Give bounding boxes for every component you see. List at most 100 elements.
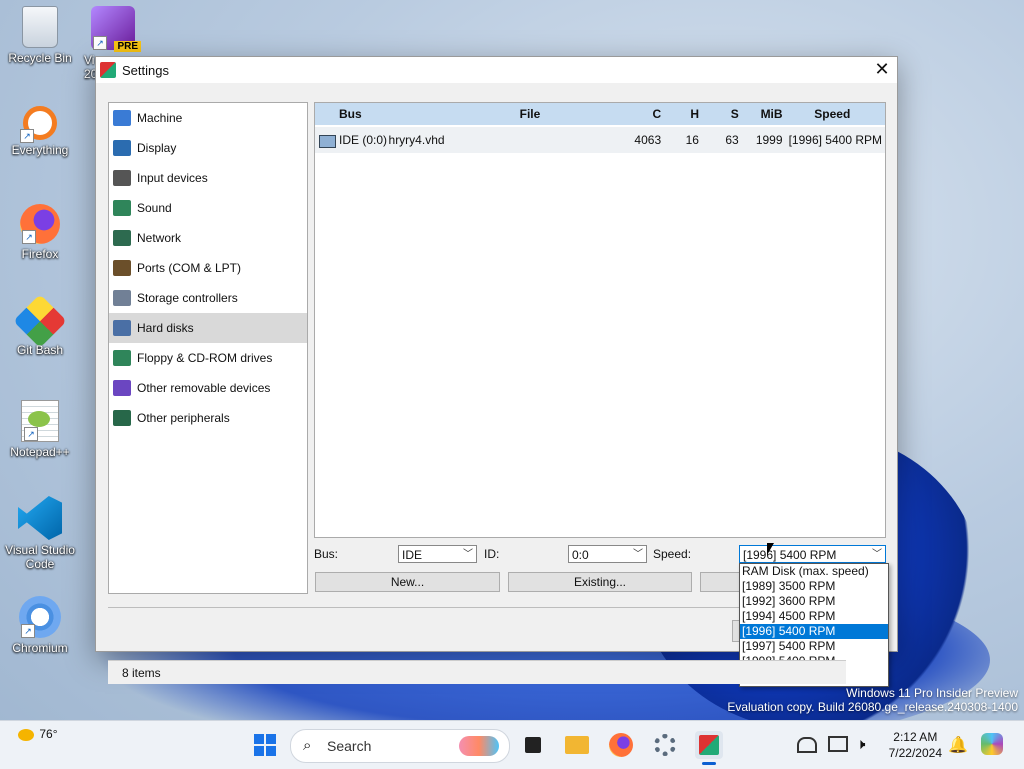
existing-button[interactable]: Existing... bbox=[508, 572, 692, 592]
ports-icon bbox=[113, 260, 131, 276]
mouse-cursor-icon bbox=[767, 543, 774, 555]
speed-select[interactable]: [1996] 5400 RPM ﹀ bbox=[739, 545, 886, 563]
list-header: Bus File C H S MiB Speed bbox=[315, 103, 885, 125]
col-header-s[interactable]: S bbox=[699, 107, 739, 121]
notification-bell-icon[interactable]: 🔔 bbox=[948, 735, 968, 755]
speed-option[interactable]: [1994] 4500 RPM bbox=[740, 609, 888, 624]
firefox-icon bbox=[609, 733, 633, 757]
evaluation-watermark: Windows 11 Pro Insider Preview Evaluatio… bbox=[727, 686, 1018, 714]
desktop-icon-git-bash[interactable]: Git Bash bbox=[0, 294, 80, 357]
weather-widget[interactable]: 76° bbox=[18, 727, 58, 741]
sidebar-item-input-devices[interactable]: Input devices bbox=[109, 163, 307, 193]
desktop-icon-firefox[interactable]: ↗ Firefox bbox=[0, 204, 80, 261]
sidebar-item-display[interactable]: Display bbox=[109, 133, 307, 163]
shortcut-arrow-icon: ↗ bbox=[22, 230, 36, 244]
display-tray-icon[interactable] bbox=[828, 736, 848, 752]
active-indicator bbox=[702, 762, 716, 765]
sidebar-item-hard-disks[interactable]: Hard disks bbox=[109, 313, 307, 343]
id-label: ID: bbox=[484, 547, 500, 561]
chevron-down-icon: ﹀ bbox=[872, 549, 882, 560]
search-highlight-icon bbox=[459, 736, 499, 756]
sidebar-item-storage-controllers[interactable]: Storage controllers bbox=[109, 283, 307, 313]
col-header-bus[interactable]: Bus bbox=[315, 107, 432, 121]
hard-disks-icon bbox=[113, 320, 131, 336]
chevron-down-icon: ﹀ bbox=[463, 549, 473, 560]
cell-bus: IDE (0:0) bbox=[339, 133, 388, 147]
item-count: 8 items bbox=[122, 666, 161, 680]
settings-taskbar-button[interactable] bbox=[651, 731, 679, 759]
chromium-icon: ↗ bbox=[19, 596, 61, 638]
speed-option[interactable]: RAM Disk (max. speed) bbox=[740, 564, 888, 579]
gear-icon bbox=[654, 734, 676, 756]
desktop-icon-everything[interactable]: ↗ Everything bbox=[0, 106, 80, 157]
shortcut-arrow-icon: ↗ bbox=[20, 129, 34, 143]
desktop-icon-notepad-plus-plus[interactable]: ↗ Notepad++ bbox=[0, 400, 80, 459]
windows-logo-icon bbox=[254, 734, 276, 756]
speaker-icon[interactable]: 🕨 bbox=[856, 736, 865, 753]
shortcut-arrow-icon: ↗ bbox=[93, 36, 107, 50]
bus-select[interactable]: IDE ﹀ bbox=[398, 545, 477, 563]
explorer-status-bar: 8 items bbox=[108, 660, 846, 684]
cell-mib: 1999 bbox=[755, 133, 783, 147]
table-row[interactable]: IDE (0:0) hryry4.vhd 4063 16 63 1999 [19… bbox=[315, 127, 885, 153]
storage-controllers-icon bbox=[113, 290, 131, 306]
hard-disk-icon bbox=[319, 135, 336, 148]
desktop-icon-chromium[interactable]: ↗ Chromium bbox=[0, 596, 80, 655]
speed-option[interactable]: [1997] 5400 RPM bbox=[740, 639, 888, 654]
vscode-icon bbox=[18, 496, 62, 540]
visual-studio-icon: PRE ↗ bbox=[91, 6, 141, 52]
col-header-file[interactable]: File bbox=[432, 107, 627, 121]
window-title: Settings bbox=[122, 62, 169, 78]
col-header-h[interactable]: H bbox=[661, 107, 699, 121]
task-view-icon bbox=[525, 737, 541, 753]
speed-option[interactable]: [1989] 3500 RPM bbox=[740, 579, 888, 594]
col-header-c[interactable]: C bbox=[627, 107, 662, 121]
taskbar-search[interactable]: ⌕ Search bbox=[290, 729, 510, 763]
86box-app-icon bbox=[699, 735, 719, 755]
firefox-taskbar-button[interactable] bbox=[607, 731, 635, 759]
close-button[interactable]: ✕ bbox=[867, 57, 897, 83]
sidebar-item-other-removable[interactable]: Other removable devices bbox=[109, 373, 307, 403]
speed-option[interactable]: [1992] 3600 RPM bbox=[740, 594, 888, 609]
input-devices-icon bbox=[113, 170, 131, 186]
speed-label: Speed: bbox=[653, 547, 692, 561]
network-icon bbox=[113, 230, 131, 246]
network-icon[interactable] bbox=[797, 737, 817, 753]
peripherals-icon bbox=[113, 410, 131, 426]
cell-h: 16 bbox=[685, 133, 699, 147]
clock[interactable]: 2:12 AM 7/22/2024 bbox=[889, 729, 942, 761]
id-select[interactable]: 0:0 ﹀ bbox=[568, 545, 647, 563]
shortcut-arrow-icon: ↗ bbox=[24, 427, 38, 441]
file-explorer-button[interactable] bbox=[563, 731, 591, 759]
sidebar-item-other-peripherals[interactable]: Other peripherals bbox=[109, 403, 307, 433]
sidebar-item-machine[interactable]: Machine bbox=[109, 103, 307, 133]
start-button[interactable] bbox=[251, 731, 279, 759]
col-header-speed[interactable]: Speed bbox=[783, 107, 885, 121]
speed-option-selected[interactable]: [1996] 5400 RPM bbox=[740, 624, 888, 639]
new-button[interactable]: New... bbox=[315, 572, 500, 592]
title-bar[interactable]: Settings ✕ bbox=[96, 57, 897, 83]
shortcut-arrow-icon: ↗ bbox=[21, 624, 35, 638]
notepad-plus-plus-icon: ↗ bbox=[21, 400, 59, 442]
col-header-mib[interactable]: MiB bbox=[739, 107, 783, 121]
machine-icon bbox=[113, 110, 131, 126]
desktop-icon-recycle-bin[interactable]: Recycle Bin bbox=[0, 6, 80, 65]
sidebar-item-ports[interactable]: Ports (COM & LPT) bbox=[109, 253, 307, 283]
recycle-bin-icon bbox=[22, 6, 58, 48]
cell-s: 63 bbox=[725, 133, 739, 147]
86box-taskbar-button[interactable] bbox=[695, 731, 723, 765]
display-icon bbox=[113, 140, 131, 156]
pre-badge: PRE bbox=[114, 41, 141, 52]
sidebar-item-floppy-cdrom[interactable]: Floppy & CD-ROM drives bbox=[109, 343, 307, 373]
removable-devices-icon bbox=[113, 380, 131, 396]
sound-icon bbox=[113, 200, 131, 216]
cell-speed: [1996] 5400 RPM bbox=[788, 133, 882, 147]
sidebar-item-sound[interactable]: Sound bbox=[109, 193, 307, 223]
floppy-cdrom-icon bbox=[113, 350, 131, 366]
copilot-icon[interactable] bbox=[981, 733, 1003, 755]
task-view-button[interactable] bbox=[519, 731, 547, 759]
desktop-icon-vscode[interactable]: Visual Studio Code bbox=[0, 496, 80, 571]
folder-icon bbox=[565, 736, 589, 754]
hard-disk-list[interactable]: Bus File C H S MiB Speed IDE (0:0) hryry… bbox=[314, 102, 886, 538]
sidebar-item-network[interactable]: Network bbox=[109, 223, 307, 253]
